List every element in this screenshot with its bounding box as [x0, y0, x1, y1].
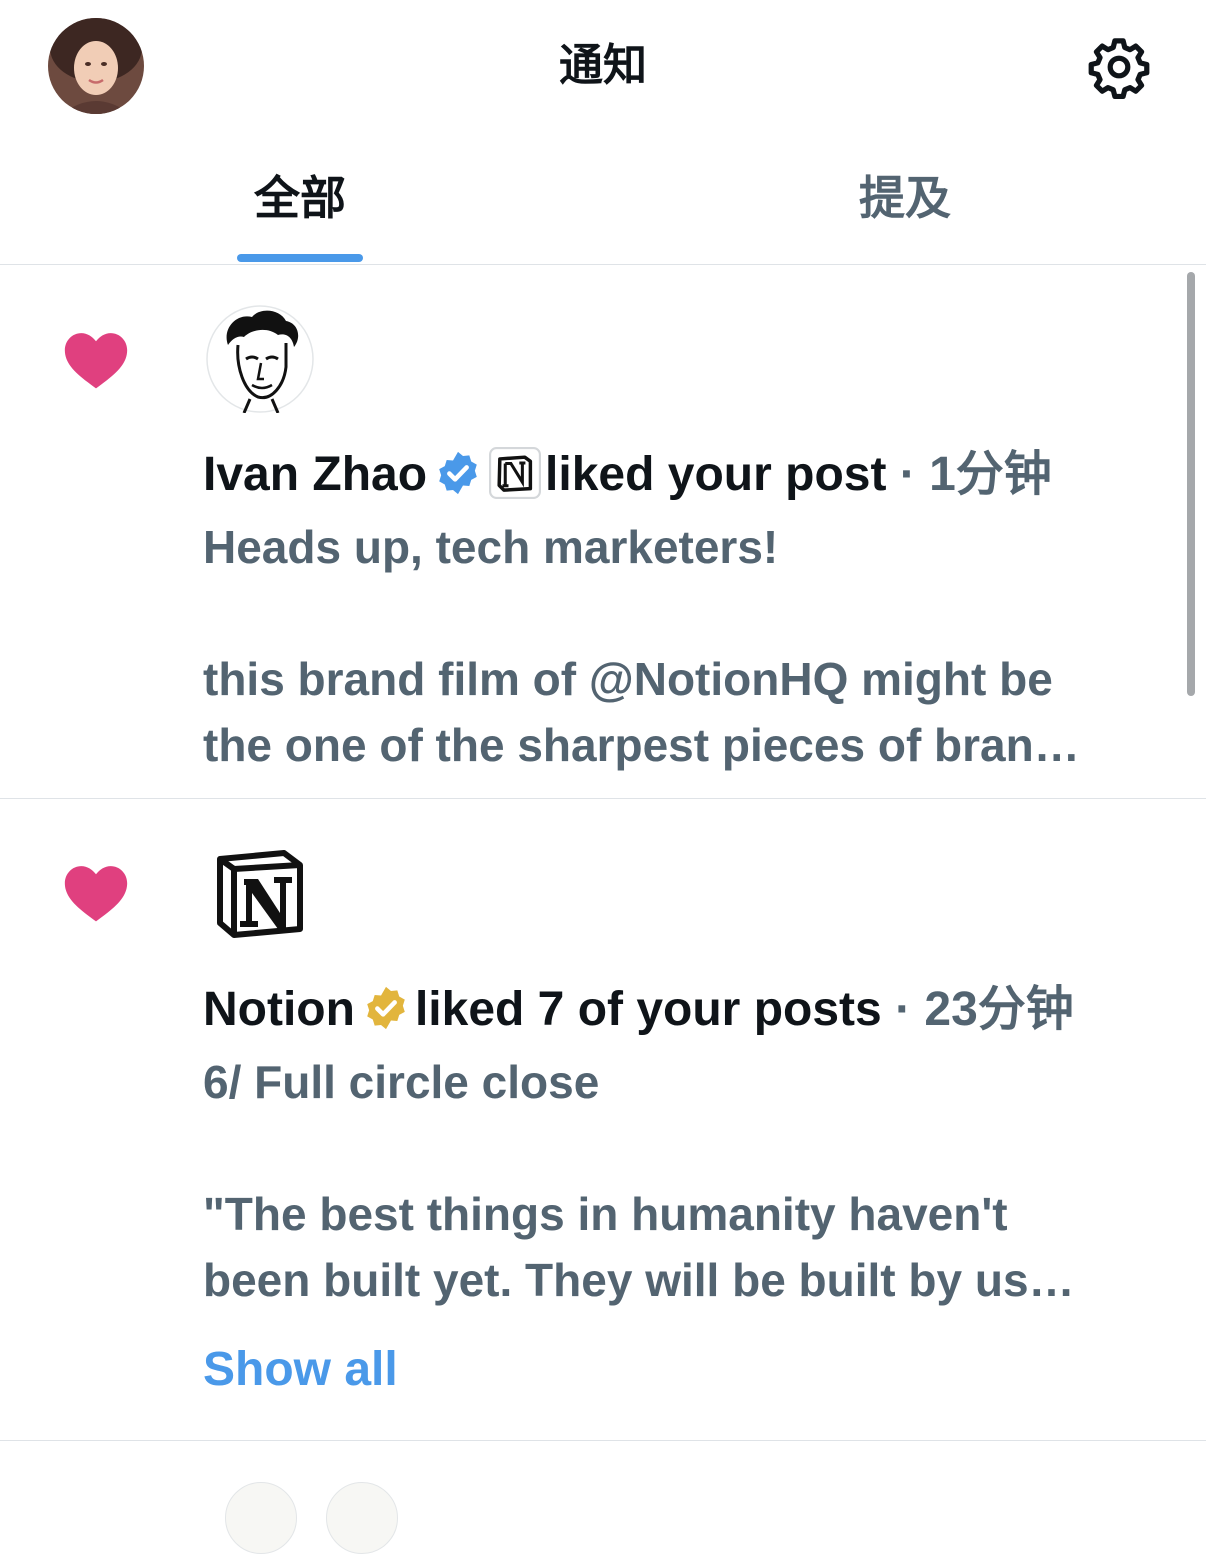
action-text: liked 7 of your posts — [414, 983, 882, 1036]
notification-headline: Ivan Zhao liked your post · 1分钟 — [203, 442, 1052, 508]
action-text: liked your post — [545, 448, 887, 501]
scrollbar[interactable] — [1187, 272, 1195, 696]
tab-all[interactable]: 全部 — [200, 150, 400, 264]
timestamp: 1分钟 — [929, 448, 1052, 501]
page-title: 通知 — [559, 40, 647, 91]
next-notification-avatar[interactable] — [225, 1482, 297, 1554]
post-preview-line: the one of the sharpest pieces of bran… — [203, 719, 1080, 771]
separator: · — [895, 983, 912, 1036]
notification-item[interactable]: Ivan Zhao liked your post · 1分钟 Heads up… — [0, 265, 1206, 798]
heart-icon — [64, 866, 128, 922]
settings-button[interactable] — [1086, 34, 1152, 100]
blue-verified-icon — [439, 452, 477, 495]
gold-verified-icon — [367, 987, 405, 1030]
notification-divider — [0, 1440, 1206, 1441]
post-preview-line: "The best things in humanity haven't — [203, 1188, 1008, 1240]
post-preview-line: this brand film of @NotionHQ might be — [203, 653, 1053, 705]
notion-avatar[interactable] — [206, 841, 314, 949]
gear-icon — [1088, 38, 1150, 100]
notion-logo-icon — [489, 447, 542, 500]
ivan-zhao-avatar[interactable] — [206, 305, 314, 413]
actor-name[interactable]: Ivan Zhao — [203, 448, 427, 501]
active-tab-indicator — [237, 254, 363, 262]
tab-all-label: 全部 — [254, 171, 346, 225]
show-all-link[interactable]: Show all — [203, 1337, 398, 1403]
actor-name[interactable]: Notion — [203, 983, 355, 1036]
post-preview-line: 6/ Full circle close — [203, 1056, 600, 1108]
top-bar: 通知 — [0, 0, 1206, 135]
timestamp: 23分钟 — [924, 983, 1074, 1036]
separator: · — [899, 448, 916, 501]
notification-tabs: 全部 提及 — [0, 150, 1206, 264]
next-notification-avatar[interactable] — [326, 1482, 398, 1554]
notification-item[interactable]: Notion liked 7 of your posts · 23分钟 6/ F… — [0, 799, 1206, 1440]
heart-icon — [64, 333, 128, 389]
tab-mentions[interactable]: 提及 — [805, 150, 1005, 264]
post-preview-line: Heads up, tech marketers! — [203, 521, 779, 573]
notification-headline: Notion liked 7 of your posts · 23分钟 — [203, 977, 1074, 1043]
tab-mentions-label: 提及 — [859, 171, 951, 225]
post-preview-line: been built yet. They will be built by us… — [203, 1254, 1075, 1306]
